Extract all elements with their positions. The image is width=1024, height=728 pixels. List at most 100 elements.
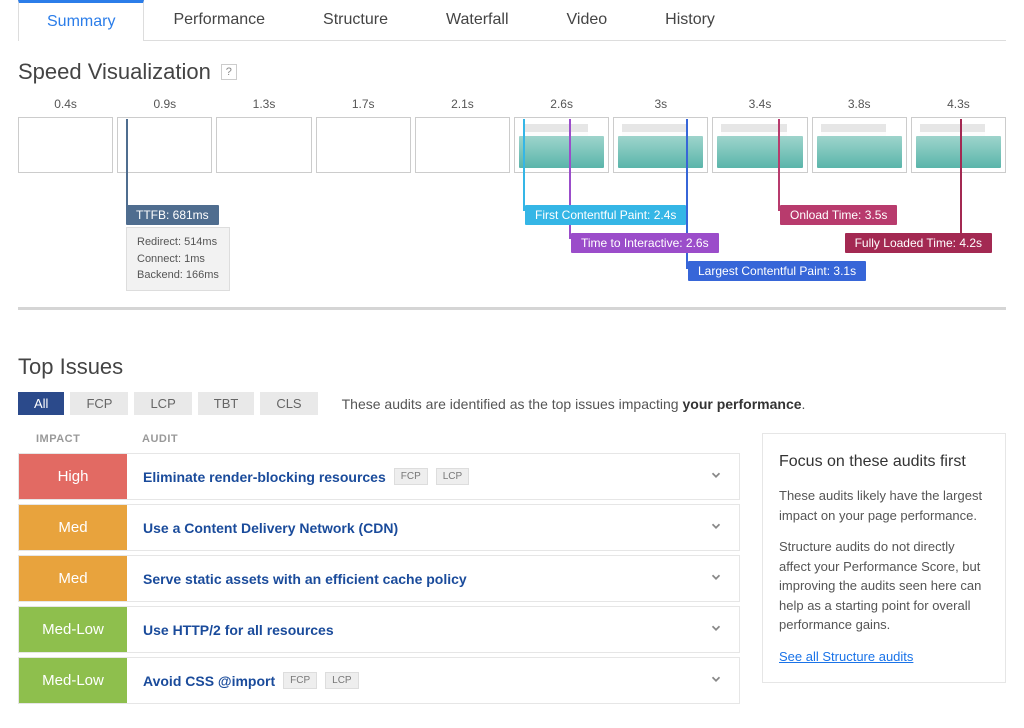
ttfb-detail-box: Redirect: 514ms Connect: 1ms Backend: 16… [126, 227, 230, 291]
filter-lcp[interactable]: LCP [134, 392, 191, 415]
marker-ttfb-line [126, 119, 128, 211]
focus-link[interactable]: See all Structure audits [779, 649, 913, 664]
chevron-down-icon [709, 570, 723, 587]
timeline-label: 2.1s [415, 97, 510, 111]
impact-cell: Med-Low [19, 658, 127, 703]
timeline-frame [216, 117, 311, 173]
timeline-frame [613, 117, 708, 173]
timeline-col: 0.4s [18, 97, 113, 173]
tab-video[interactable]: Video [538, 0, 637, 40]
timeline-frame [812, 117, 907, 173]
filter-description: These audits are identified as the top i… [342, 396, 806, 412]
audit-title: Use HTTP/2 for all resources [143, 622, 334, 638]
audit-tag: FCP [394, 468, 428, 485]
pill-ttfb[interactable]: TTFB: 681ms [126, 205, 219, 225]
tab-summary[interactable]: Summary [18, 0, 144, 41]
timeline: 0.4s 0.9s 1.3s 1.7s 2.1s 2.6s 3s 3.4s [18, 97, 1006, 173]
timeline-frame [117, 117, 212, 173]
focus-box: Focus on these audits first These audits… [762, 433, 1006, 683]
chevron-down-icon [709, 519, 723, 536]
issue-row[interactable]: Med Serve static assets with an efficient… [18, 555, 740, 602]
timeline-col: 2.6s [514, 97, 609, 173]
help-icon[interactable]: ? [221, 64, 237, 80]
impact-cell: High [19, 454, 127, 499]
filter-cls[interactable]: CLS [260, 392, 317, 415]
filter-tbt[interactable]: TBT [198, 392, 255, 415]
marker-fcp-line [523, 119, 525, 211]
timeline-frame [514, 117, 609, 173]
focus-p2: Structure audits do not directly affect … [779, 537, 989, 635]
audit-title: Eliminate render-blocking resources [143, 469, 386, 485]
timeline-label: 1.3s [216, 97, 311, 111]
header-impact: IMPACT [18, 433, 126, 445]
timeline-frame [18, 117, 113, 173]
pill-full[interactable]: Fully Loaded Time: 4.2s [845, 233, 992, 253]
timeline-col: 3.4s [712, 97, 807, 173]
tab-waterfall[interactable]: Waterfall [417, 0, 538, 40]
tab-history[interactable]: History [636, 0, 744, 40]
timeline-col: 4.3s [911, 97, 1006, 173]
impact-cell: Med [19, 556, 127, 601]
issue-row[interactable]: High Eliminate render-blocking resources F… [18, 453, 740, 500]
issue-row[interactable]: Med Use a Content Delivery Network (CDN) [18, 504, 740, 551]
timeline-frame [415, 117, 510, 173]
filter-all[interactable]: All [18, 392, 64, 415]
filter-desc-prefix: These audits are identified as the top i… [342, 396, 683, 412]
main-tabs: Summary Performance Structure Waterfall … [18, 0, 1006, 41]
audit-cell[interactable]: Avoid CSS @import FCP LCP [127, 658, 739, 703]
audit-cell[interactable]: Use HTTP/2 for all resources [127, 607, 739, 652]
audit-cell[interactable]: Serve static assets with an efficient ca… [127, 556, 739, 601]
speed-viz-title: Speed Visualization ? [18, 59, 1006, 85]
ttfb-redirect: Redirect: 514ms [137, 234, 219, 251]
speed-viz-title-text: Speed Visualization [18, 59, 211, 85]
chevron-down-icon [709, 621, 723, 638]
timeline-frame [911, 117, 1006, 173]
audit-cell[interactable]: Use a Content Delivery Network (CDN) [127, 505, 739, 550]
timeline-label: 1.7s [316, 97, 411, 111]
issues-header: IMPACT AUDIT [18, 433, 740, 453]
audit-title: Use a Content Delivery Network (CDN) [143, 520, 398, 536]
timeline-col: 2.1s [415, 97, 510, 173]
ttfb-connect: Connect: 1ms [137, 251, 219, 268]
filter-desc-suffix: . [802, 396, 806, 412]
timeline-label: 3.4s [712, 97, 807, 111]
pill-lcp[interactable]: Largest Contentful Paint: 3.1s [688, 261, 866, 281]
pill-tti[interactable]: Time to Interactive: 2.6s [571, 233, 719, 253]
timeline-frame [316, 117, 411, 173]
focus-p1: These audits likely have the largest imp… [779, 486, 989, 525]
impact-cell: Med-Low [19, 607, 127, 652]
pill-onload[interactable]: Onload Time: 3.5s [780, 205, 897, 225]
audit-title: Serve static assets with an efficient ca… [143, 571, 467, 587]
top-issues-section: Top Issues All FCP LCP TBT CLS These aud… [18, 354, 1006, 708]
timeline-label: 0.4s [18, 97, 113, 111]
marker-full-line [960, 119, 962, 239]
issue-row[interactable]: Med-Low Avoid CSS @import FCP LCP [18, 657, 740, 704]
timeline-label: 2.6s [514, 97, 609, 111]
chevron-down-icon [709, 672, 723, 689]
pill-fcp[interactable]: First Contentful Paint: 2.4s [525, 205, 686, 225]
timeline-col: 0.9s [117, 97, 212, 173]
speed-visualization: 0.4s 0.9s 1.3s 1.7s 2.1s 2.6s 3s 3.4s [18, 97, 1006, 310]
audit-cell[interactable]: Eliminate render-blocking resources FCP LC… [127, 454, 739, 499]
tab-structure[interactable]: Structure [294, 0, 417, 40]
filter-desc-bold: your performance [682, 396, 801, 412]
timeline-label: 3.8s [812, 97, 907, 111]
timeline-label: 3s [613, 97, 708, 111]
top-issues-title: Top Issues [18, 354, 1006, 380]
timeline-col: 1.3s [216, 97, 311, 173]
audit-title: Avoid CSS @import [143, 673, 275, 689]
issues-layout: IMPACT AUDIT HighEliminate render-blocki… [18, 433, 1006, 708]
filter-row: All FCP LCP TBT CLS These audits are ide… [18, 392, 1006, 415]
tab-performance[interactable]: Performance [144, 0, 294, 40]
timeline-label: 4.3s [911, 97, 1006, 111]
audit-tag: LCP [325, 672, 358, 689]
impact-cell: Med [19, 505, 127, 550]
timeline-col: 3.8s [812, 97, 907, 173]
audit-tag: LCP [436, 468, 469, 485]
filter-fcp[interactable]: FCP [70, 392, 128, 415]
focus-title: Focus on these audits first [779, 450, 989, 474]
issue-row[interactable]: Med-Low Use HTTP/2 for all resources [18, 606, 740, 653]
marker-onload-line [778, 119, 780, 211]
timeline-col: 1.7s [316, 97, 411, 173]
audit-tag: FCP [283, 672, 317, 689]
